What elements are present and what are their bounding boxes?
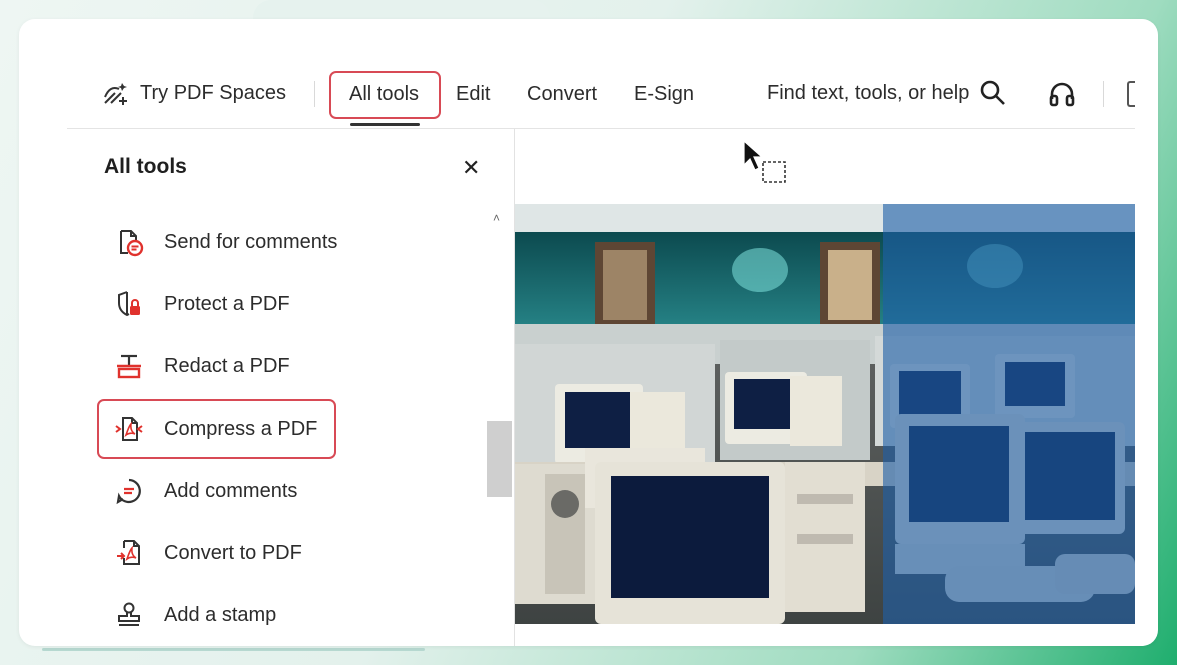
tool-protect-a-pdf[interactable]: Protect a PDF: [114, 284, 444, 324]
stamp-icon: [114, 600, 144, 630]
tool-redact-a-pdf[interactable]: Redact a PDF: [114, 346, 444, 386]
tool-send-for-comments[interactable]: Send for comments: [114, 222, 444, 262]
top-toolbar: Try PDF Spaces All tools Edit Convert E-…: [67, 19, 1135, 129]
tool-label: Compress a PDF: [164, 417, 318, 440]
tool-label: Add a stamp: [164, 603, 277, 626]
cursor-selection-icon: [742, 139, 792, 187]
scrollbar-thumb[interactable]: [487, 421, 512, 497]
tab-e-sign[interactable]: E-Sign: [634, 83, 694, 106]
panel-toggle-icon[interactable]: [1127, 81, 1135, 107]
scroll-up-arrow-icon[interactable]: ˄: [493, 211, 500, 225]
tool-label: Add comments: [164, 479, 298, 502]
tool-add-a-stamp[interactable]: Add a stamp: [114, 595, 444, 635]
app-window: Try PDF Spaces All tools Edit Convert E-…: [19, 19, 1158, 646]
panel-title: All tools: [104, 155, 187, 178]
all-tools-panel: All tools ✕ Send for comments Protect a …: [67, 129, 515, 646]
active-tab-underline: [350, 123, 420, 126]
tab-all-tools[interactable]: All tools: [349, 83, 419, 106]
tool-label: Send for comments: [164, 230, 338, 253]
background-progress-line: [42, 648, 425, 651]
compress-pdf-icon: [114, 414, 144, 444]
tool-label: Redact a PDF: [164, 354, 290, 377]
toolbar-divider-right: [1103, 81, 1104, 107]
tool-compress-a-pdf[interactable]: Compress a PDF: [114, 409, 444, 449]
tab-edit[interactable]: Edit: [456, 83, 490, 106]
pdf-spaces-icon[interactable]: [101, 79, 131, 109]
computer-lab-photo[interactable]: [515, 204, 1135, 624]
protect-shield-lock-icon: [114, 289, 144, 319]
tab-convert[interactable]: Convert: [527, 83, 597, 106]
tool-label: Convert to PDF: [164, 541, 302, 564]
find-text-tools-help[interactable]: Find text, tools, or help: [767, 82, 969, 105]
headphones-icon[interactable]: [1047, 79, 1077, 109]
send-for-comments-icon: [114, 227, 144, 257]
comment-icon: [114, 476, 144, 506]
tool-add-comments[interactable]: Add comments: [114, 471, 444, 511]
convert-to-pdf-icon: [114, 538, 144, 568]
redact-icon: [114, 351, 144, 381]
toolbar-divider: [314, 81, 315, 107]
try-pdf-spaces-link[interactable]: Try PDF Spaces: [140, 82, 286, 105]
search-icon[interactable]: [979, 79, 1007, 107]
tool-convert-to-pdf[interactable]: Convert to PDF: [114, 533, 444, 573]
close-icon[interactable]: ✕: [462, 157, 480, 179]
tool-label: Protect a PDF: [164, 292, 290, 315]
